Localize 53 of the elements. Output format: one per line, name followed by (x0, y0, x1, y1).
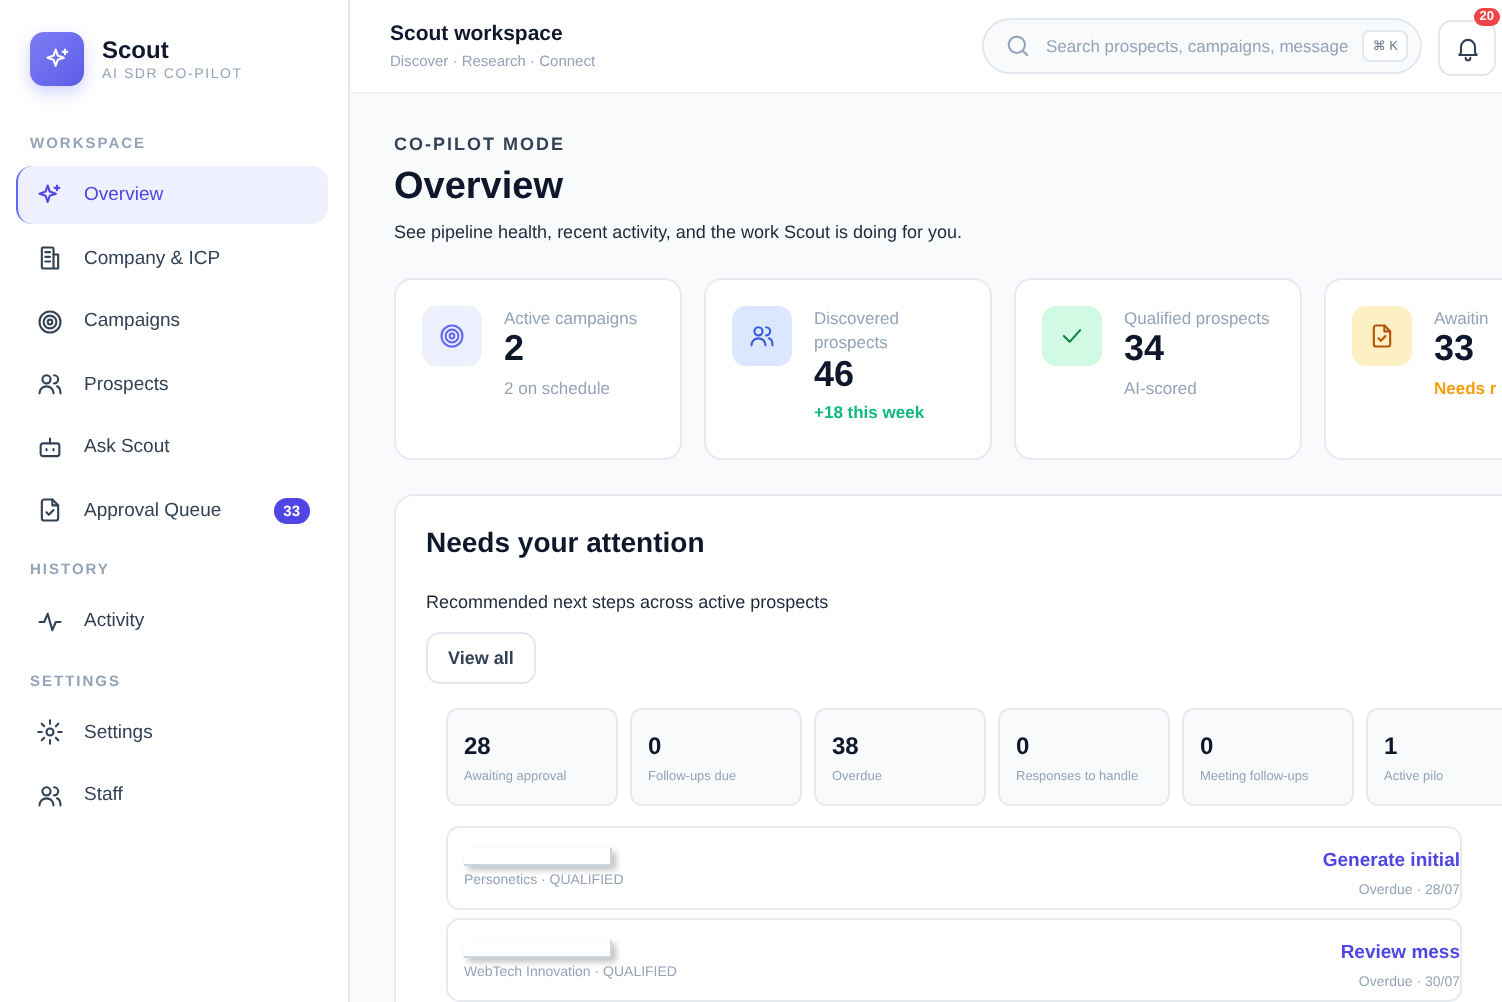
stat-label: Awaitin (1434, 306, 1491, 331)
panel-title: Needs your attention (426, 526, 707, 558)
target-icon (36, 307, 64, 335)
users-icon (748, 322, 776, 350)
stat-value: 33 (1434, 330, 1477, 371)
settings-icon (36, 718, 64, 746)
metric-value: 0 (1016, 732, 1032, 760)
stat-label: Active campaigns (504, 306, 638, 331)
stat-note: Needs r (1434, 378, 1497, 399)
view-all-button[interactable]: View all (426, 632, 536, 684)
workspace-title: Scout workspace (390, 22, 565, 46)
search-input[interactable]: Search prospects, campaigns, message (1046, 36, 1349, 56)
app-name: Scout (102, 36, 171, 64)
target-icon (438, 322, 466, 350)
users-icon (36, 370, 64, 398)
metric-value: 1 (1384, 732, 1400, 760)
sparkle-icon (36, 181, 64, 209)
stat-note: AI-scored (1124, 378, 1199, 399)
bell-icon (1453, 34, 1481, 62)
panel-description: Recommended next steps across active prospects (426, 592, 831, 612)
users-icon (36, 781, 64, 809)
page-description: See pipeline health, recent activity, and the work Scout is doing for you. (394, 222, 964, 242)
nav-item[interactable]: Overview (16, 166, 328, 224)
notifications-button[interactable] (1438, 20, 1496, 76)
nav-item[interactable]: Staff (16, 766, 328, 824)
nav-item[interactable]: Ask Scout (16, 418, 328, 476)
nav-item[interactable]: Company & ICP (16, 229, 328, 287)
document-check-icon (36, 496, 64, 524)
stat-label: Discovered prospects (814, 306, 902, 356)
stat-value: 2 (504, 330, 527, 371)
metric-value: 38 (832, 732, 861, 760)
metric-value: 0 (648, 732, 664, 760)
robot-icon (36, 433, 64, 461)
document-check-icon (1368, 322, 1396, 350)
page-eyebrow: CO-PILOT MODE (394, 134, 567, 154)
metric-value: 0 (1200, 732, 1216, 760)
stat-value: 46 (814, 355, 857, 395)
metric-value: 28 (464, 732, 493, 760)
stat-note: +18 this week (814, 402, 927, 423)
search-icon (1004, 32, 1032, 60)
nav-item[interactable]: Prospects (16, 355, 328, 413)
action-link[interactable]: Review mess (1340, 941, 1460, 963)
stat-note: 2 on schedule (504, 378, 612, 399)
page-title: Overview (394, 166, 565, 210)
nav-item[interactable]: Settings (16, 703, 328, 761)
sparkle-icon (43, 45, 71, 73)
stat-label: Qualified prospects (1124, 306, 1270, 331)
action-link[interactable]: Generate initial (1322, 849, 1460, 871)
building-icon (36, 244, 64, 272)
pulse-icon (36, 607, 64, 635)
stat-value: 34 (1124, 330, 1167, 371)
nav-item[interactable]: Campaigns (16, 292, 328, 350)
nav-item[interactable]: Activity (16, 592, 328, 650)
